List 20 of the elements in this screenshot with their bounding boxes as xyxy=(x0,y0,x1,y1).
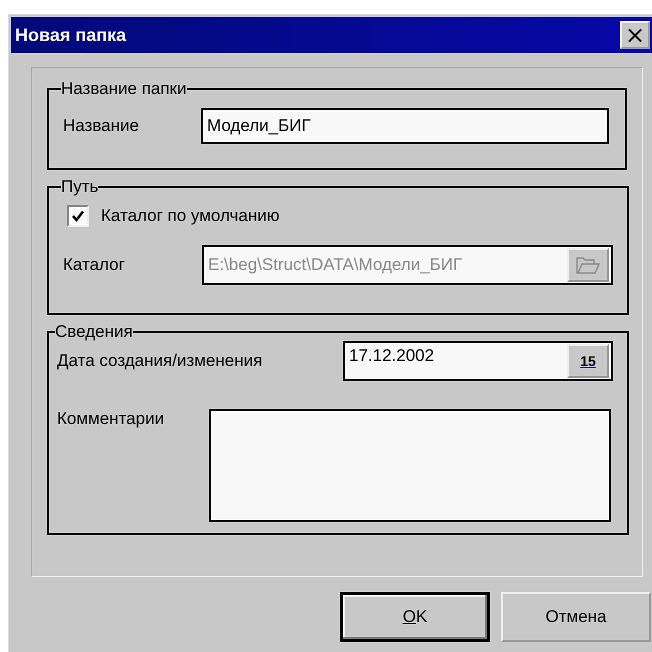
calendar-button[interactable]: 15 xyxy=(567,344,609,378)
checkbox[interactable] xyxy=(67,205,89,227)
field-value: E:\beg\Struct\DATA\Модели_БИГ xyxy=(208,255,462,275)
close-button[interactable]: × xyxy=(620,21,650,49)
group-title: Путь xyxy=(61,178,98,196)
field-label: Каталог xyxy=(63,255,126,275)
group-title: Название папки xyxy=(61,80,186,98)
field-label: Название xyxy=(63,116,140,136)
cancel-button[interactable]: Отмена xyxy=(501,592,651,642)
comments-field[interactable] xyxy=(209,409,611,522)
check-icon xyxy=(71,209,85,223)
field-value: 17.12.2002 xyxy=(349,345,434,366)
group-title: Сведения xyxy=(55,323,133,341)
field-label: Дата создания/изменения xyxy=(57,351,264,371)
ok-button[interactable]: OK xyxy=(340,592,490,642)
field-label: Комментарии xyxy=(57,409,166,429)
date-field[interactable]: 17.12.2002 15 xyxy=(343,341,613,381)
name-field[interactable]: Модели_БИГ xyxy=(201,108,609,144)
window-title: Новая папка xyxy=(15,24,126,46)
checkbox-label: Каталог по умолчанию xyxy=(101,206,280,226)
